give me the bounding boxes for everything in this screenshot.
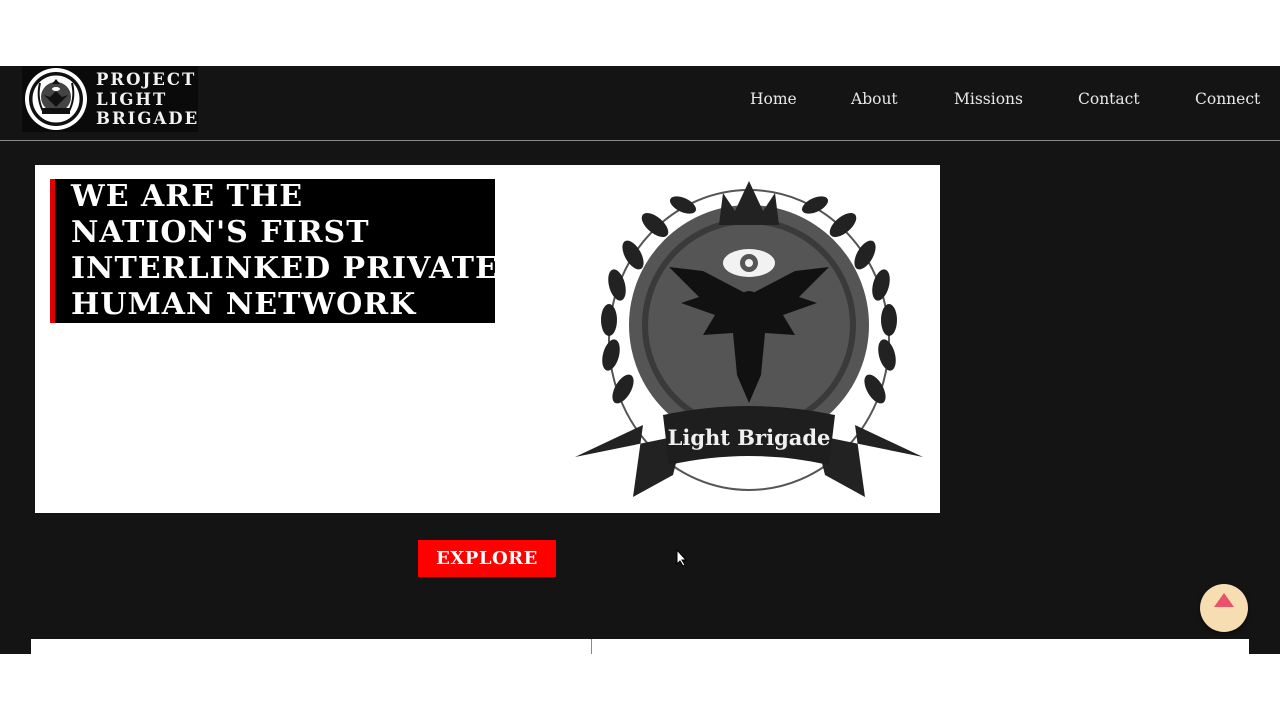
nav-home[interactable]: Home bbox=[750, 90, 797, 108]
nav-about[interactable]: About bbox=[851, 90, 898, 108]
explore-button[interactable]: EXPLORE bbox=[418, 540, 556, 577]
headline-line: INTERLINKED PRIVATE bbox=[71, 251, 499, 286]
hero-banner: WE ARE THE NATION'S FIRST INTERLINKED PR… bbox=[35, 165, 940, 513]
headline-line: WE ARE THE bbox=[71, 179, 304, 214]
hero-headline-box: WE ARE THE NATION'S FIRST INTERLINKED PR… bbox=[50, 179, 498, 323]
panel-divider bbox=[591, 639, 592, 654]
emblem-banner-text: Light Brigade bbox=[668, 425, 831, 450]
headline-line: HUMAN NETWORK bbox=[71, 287, 417, 322]
hero-headline: WE ARE THE NATION'S FIRST INTERLINKED PR… bbox=[71, 179, 499, 323]
main-section: WE ARE THE NATION'S FIRST INTERLINKED PR… bbox=[0, 141, 1280, 654]
brand-line: LIGHT bbox=[96, 89, 168, 109]
brand-logo-link[interactable]: PROJECT LIGHT BRIGADE bbox=[22, 66, 198, 132]
nav-connect[interactable]: Connect bbox=[1195, 90, 1260, 108]
nav-contact[interactable]: Contact bbox=[1078, 90, 1140, 108]
mouse-cursor-icon bbox=[676, 549, 688, 567]
light-brigade-logo-icon bbox=[25, 68, 87, 130]
site-header: PROJECT LIGHT BRIGADE Home About Mission… bbox=[0, 66, 1280, 141]
phoenix-emblem-icon: Light Brigade bbox=[575, 181, 923, 497]
brand-line: BRIGADE bbox=[96, 109, 200, 128]
brand-line: PROJECT bbox=[96, 70, 197, 89]
nav-missions[interactable]: Missions bbox=[954, 90, 1023, 108]
headline-line: NATION'S FIRST bbox=[71, 215, 370, 250]
arrow-up-icon bbox=[1214, 593, 1234, 607]
bottom-content-panel bbox=[31, 639, 1249, 654]
scroll-to-top-button[interactable] bbox=[1200, 584, 1248, 632]
brand-name: PROJECT LIGHT BRIGADE bbox=[96, 70, 199, 129]
